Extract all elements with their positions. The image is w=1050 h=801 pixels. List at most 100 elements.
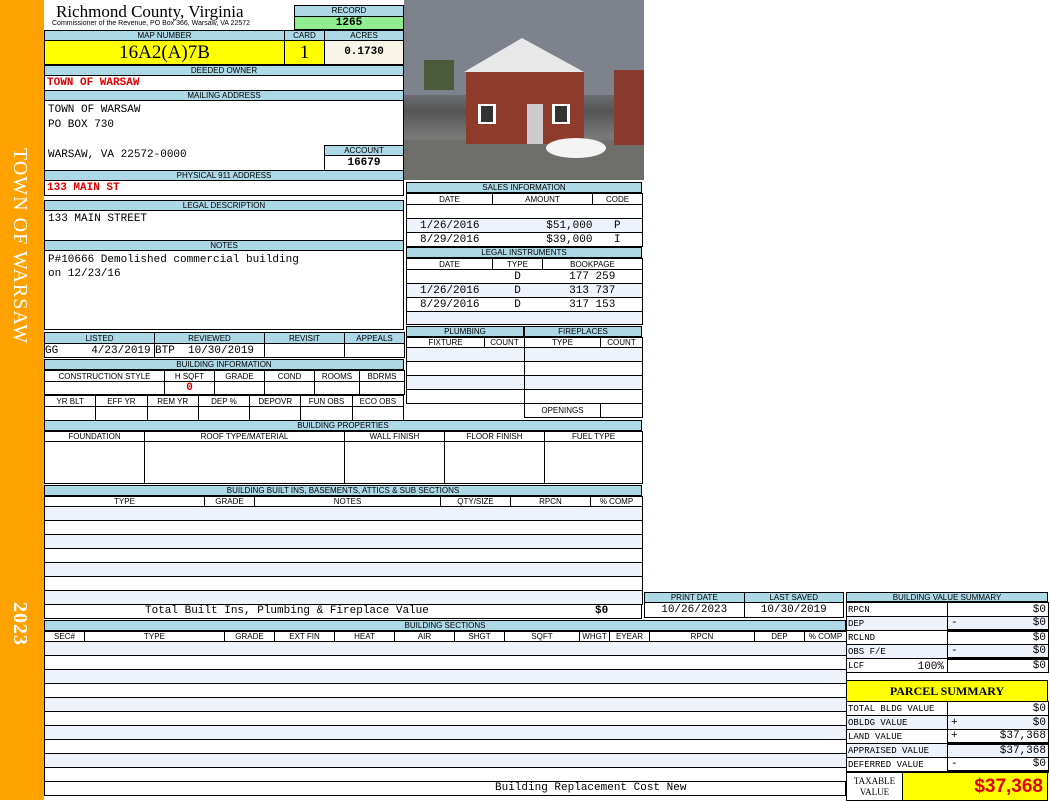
col-header: EFF YR xyxy=(95,395,148,407)
col-header: EYEAR xyxy=(609,631,650,642)
summary-row: LCF 100% $0 xyxy=(846,658,1049,673)
section-row xyxy=(44,641,847,656)
builtin-row xyxy=(44,520,643,535)
parcel-summary-title: PARCEL SUMMARY xyxy=(846,680,1048,702)
instrument-row: 8/29/2016 D 317 153 xyxy=(406,297,643,312)
taxable-label: TAXABLE VALUE xyxy=(846,772,903,801)
built-ins: BUILDING BUILT INS, BASEMENTS, ATTICS & … xyxy=(44,485,643,619)
instrument-date: 1/26/2016 xyxy=(406,283,493,298)
builtin-row xyxy=(44,590,643,605)
summary-key: DEP xyxy=(848,618,865,629)
legal-description: 133 MAIN STREET xyxy=(44,210,404,241)
builtins-total-value: $0 xyxy=(595,605,609,617)
summary-row: DEFERRED VALUE - $0 xyxy=(846,757,1049,773)
summary-key: OBLDG VALUE xyxy=(848,717,908,728)
sale-code: P xyxy=(592,218,643,233)
summary-operator: - xyxy=(951,617,958,629)
mailing-line1: TOWN OF WARSAW xyxy=(48,104,141,116)
section-row xyxy=(44,669,847,684)
builtins-label: BUILDING BUILT INS, BASEMENTS, ATTICS & … xyxy=(44,485,642,496)
taxable-row: TAXABLE VALUE $37,368 xyxy=(846,772,1048,801)
col-header: FIXTURE xyxy=(406,337,485,348)
bvs-label: BUILDING VALUE SUMMARY xyxy=(846,592,1048,602)
col-header: HEAT xyxy=(334,631,395,642)
col-header: COUNT xyxy=(484,337,525,348)
col-header: TYPE xyxy=(84,631,225,642)
county-title: Richmond County, Virginia xyxy=(56,2,244,21)
sales-information: SALES INFORMATION DATE AMOUNT CODE 1/26/20… xyxy=(406,182,643,247)
last-saved: 10/30/2019 xyxy=(743,602,844,618)
fireplaces-label: FIREPLACES xyxy=(524,326,642,337)
col-header: FLOOR FINISH xyxy=(444,431,545,442)
builtin-row xyxy=(44,562,643,577)
building-value-summary: BUILDING VALUE SUMMARY RPCN $0 DEP - $0 RCLND… xyxy=(846,592,1049,673)
notes: P#10666 Demolished commercial building o… xyxy=(44,250,404,330)
col-header: DEPOVR xyxy=(249,395,302,407)
sales-row: 1/26/2016 $51,000 P xyxy=(406,218,643,233)
summary-value: $0 xyxy=(1032,758,1046,770)
section-row xyxy=(44,697,847,712)
col-header: FUN OBS xyxy=(300,395,353,407)
col-header: % COMP xyxy=(590,496,643,507)
reviewed-value: BTP 10/30/2019 xyxy=(154,343,265,358)
summary-operator: - xyxy=(951,758,958,770)
col-header: ROOF TYPE/MATERIAL xyxy=(144,431,345,442)
card-number: 1 xyxy=(284,40,325,65)
notes-line2: on 12/23/16 xyxy=(48,268,121,280)
sale-code: I xyxy=(592,232,643,247)
print-date: 10/26/2023 xyxy=(644,602,745,618)
col-header: SQFT xyxy=(504,631,580,642)
col-header: WHGT xyxy=(579,631,610,642)
col-header: NOTES xyxy=(254,496,441,507)
parcel-summary: PARCEL SUMMARY TOTAL BLDG VALUE $0 OBLDG V… xyxy=(846,680,1049,801)
deeded-owner: TOWN OF WARSAW xyxy=(44,75,404,91)
sale-date: 1/26/2016 xyxy=(406,218,493,233)
col-header: GRADE xyxy=(224,631,275,642)
building-properties: BUILDING PROPERTIES FOUNDATION ROOF TYPE/… xyxy=(44,420,643,484)
plumbing-label: PLUMBING xyxy=(406,326,524,337)
builtin-row xyxy=(44,534,643,549)
sales-row: 8/29/2016 $39,000 I xyxy=(406,232,643,247)
col-header: CODE xyxy=(592,193,643,205)
col-header: DATE xyxy=(406,258,493,270)
col-header: TYPE xyxy=(492,258,543,270)
listing-table: LISTED REVIEWED REVISIT APPEALS GG 4/23/201… xyxy=(44,332,405,358)
col-header: RPCN xyxy=(649,631,755,642)
summary-value: $37,368 xyxy=(999,745,1046,757)
listed-value: GG 4/23/2019 xyxy=(44,343,155,358)
builtin-row xyxy=(44,506,643,521)
house-photo-illustration xyxy=(404,0,644,180)
summary-key: LAND VALUE xyxy=(848,731,903,742)
sales-label: SALES INFORMATION xyxy=(406,182,642,193)
openings-label: OPENINGS xyxy=(524,403,601,418)
instrument-bookpage: 317 153 xyxy=(542,297,643,312)
summary-key: RCLND xyxy=(848,632,876,643)
last-saved-label: LAST SAVED xyxy=(743,592,844,603)
sections-label: BUILDING SECTIONS xyxy=(44,620,846,631)
map-number: 16A2(A)7B xyxy=(44,40,285,65)
taxable-value: $37,368 xyxy=(902,772,1048,801)
instruments-label: LEGAL INSTRUMENTS xyxy=(406,247,642,258)
instrument-bookpage: 177 259 xyxy=(542,269,643,284)
section-row xyxy=(44,711,847,726)
instrument-type: D xyxy=(492,269,543,284)
sale-amount: $39,000 xyxy=(492,232,593,247)
summary-row: TOTAL BLDG VALUE $0 xyxy=(846,701,1049,716)
col-header: BOOKPAGE xyxy=(542,258,643,270)
summary-row: RPCN $0 xyxy=(846,602,1049,617)
section-row xyxy=(44,683,847,698)
summary-row: RCLND $0 xyxy=(846,630,1049,645)
col-header: ROOMS xyxy=(314,370,360,382)
summary-value: $0 xyxy=(1032,617,1046,629)
summary-row: APPRAISED VALUE $37,368 xyxy=(846,743,1049,758)
summary-row: OBS F/E - $0 xyxy=(846,644,1049,660)
acres-value: 0.1730 xyxy=(324,40,404,65)
summary-key: APPRAISED VALUE xyxy=(848,745,930,756)
building-information: BUILDING INFORMATION CONSTRUCTION STYLE H… xyxy=(43,359,405,421)
section-row xyxy=(44,655,847,670)
col-header: FOUNDATION xyxy=(44,431,145,442)
instrument-row: D 177 259 xyxy=(406,269,643,284)
summary-key: OBS F/E xyxy=(848,646,886,657)
reviewed-header: REVIEWED xyxy=(154,332,265,344)
col-header: RPCN xyxy=(510,496,591,507)
